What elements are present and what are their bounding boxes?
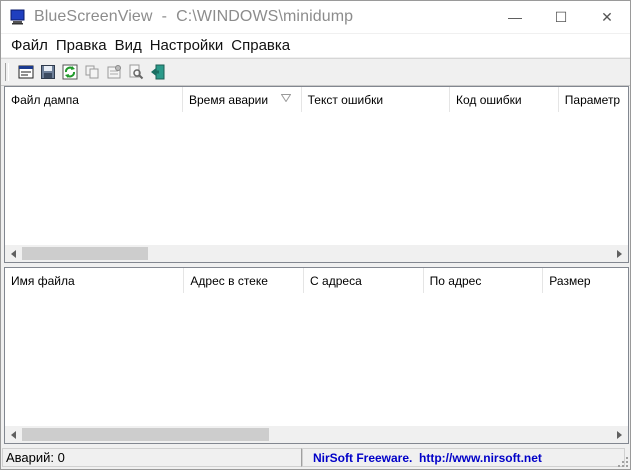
maximize-icon: ☐ (554, 8, 568, 25)
exit-button[interactable] (147, 61, 169, 83)
title-bar[interactable]: BlueScreenView - C:\WINDOWS\minidump — ☐… (1, 1, 630, 33)
bluescreenview-window: BlueScreenView - C:\WINDOWS\minidump — ☐… (0, 0, 631, 470)
status-bar: Аварий: 0 NirSoft Freeware. http://www.n… (1, 446, 630, 469)
menu-settings[interactable]: Настройки (149, 37, 231, 54)
column-label: По адрес (429, 273, 482, 288)
toolbar (1, 58, 630, 86)
toolbar-grip (5, 63, 9, 81)
exit-icon (151, 64, 165, 80)
column-filename[interactable]: Имя файла (5, 268, 185, 293)
scroll-left-button[interactable] (5, 426, 22, 443)
scrollbar-thumb[interactable] (22, 428, 269, 441)
column-crash-time[interactable]: Время аварии (183, 87, 302, 112)
maximize-button[interactable]: ☐ (538, 1, 584, 33)
app-icon (10, 9, 25, 25)
close-icon: ✕ (601, 8, 613, 25)
resize-grip-icon[interactable] (617, 456, 629, 468)
window-title: BlueScreenView - C:\WINDOWS\minidump (34, 8, 354, 25)
copy-button[interactable] (81, 61, 103, 83)
scroll-left-button[interactable] (5, 245, 22, 262)
column-from-address[interactable]: С адреса (304, 268, 424, 293)
chevron-left-icon (11, 249, 16, 258)
sort-descending-icon (280, 94, 291, 102)
crash-count-status: Аварий: 0 (2, 448, 302, 467)
menu-bar: Файл Правка Вид Настройки Справка (1, 34, 630, 57)
column-label: Имя файла (11, 273, 75, 288)
column-label: Код ошибки (455, 92, 522, 107)
column-label: Параметр (564, 92, 621, 107)
find-icon (129, 64, 144, 80)
column-size[interactable]: Размер (543, 268, 628, 293)
column-parameter[interactable]: Параметр (559, 87, 628, 112)
nirsoft-link[interactable]: NirSoft Freeware. http://www.nirsoft.net (302, 448, 625, 467)
html-report-icon (18, 65, 34, 79)
scroll-right-button[interactable] (611, 426, 628, 443)
chevron-right-icon (617, 430, 622, 439)
column-label: Время аварии (188, 92, 269, 107)
driver-list-header: Имя файла Адрес в стеке С адреса По адре… (5, 268, 628, 293)
close-button[interactable]: ✕ (584, 1, 630, 33)
properties-button[interactable] (103, 61, 125, 83)
menu-edit[interactable]: Правка (55, 37, 114, 54)
scrollbar-thumb[interactable] (22, 247, 148, 260)
refresh-button[interactable] (59, 61, 81, 83)
find-button[interactable] (125, 61, 147, 83)
crash-list-header: Файл дампа Время аварии Текст ошибки Код… (5, 87, 628, 112)
save-icon (41, 65, 55, 79)
menu-file[interactable]: Файл (1, 37, 55, 54)
chevron-right-icon (617, 249, 622, 258)
refresh-icon (62, 64, 78, 80)
crash-list-pane[interactable]: Файл дампа Время аварии Текст ошибки Код… (4, 86, 629, 263)
driver-list-pane[interactable]: Имя файла Адрес в стеке С адреса По адре… (4, 267, 629, 444)
horizontal-scrollbar[interactable] (5, 245, 628, 262)
column-dump-file[interactable]: Файл дампа (5, 87, 183, 112)
window-controls: — ☐ ✕ (492, 1, 630, 33)
horizontal-scrollbar[interactable] (5, 426, 628, 443)
column-label: Текст ошибки (307, 92, 384, 107)
column-bug-check-string[interactable]: Текст ошибки (302, 87, 450, 112)
chevron-left-icon (11, 430, 16, 439)
column-to-address[interactable]: По адрес (424, 268, 544, 293)
column-label: Размер (549, 273, 591, 288)
menu-help[interactable]: Справка (230, 37, 297, 54)
minimize-icon: — (508, 9, 522, 25)
column-label: Адрес в стеке (190, 273, 268, 288)
scroll-right-button[interactable] (611, 245, 628, 262)
menu-view[interactable]: Вид (114, 37, 149, 54)
html-report-button[interactable] (15, 61, 37, 83)
column-label: Файл дампа (11, 92, 79, 107)
column-label: С адреса (310, 273, 362, 288)
save-button[interactable] (37, 61, 59, 83)
copy-icon (85, 65, 99, 79)
properties-icon (107, 65, 121, 79)
column-address-in-stack[interactable]: Адрес в стеке (184, 268, 305, 293)
minimize-button[interactable]: — (492, 1, 538, 33)
column-bug-check-code[interactable]: Код ошибки (450, 87, 559, 112)
